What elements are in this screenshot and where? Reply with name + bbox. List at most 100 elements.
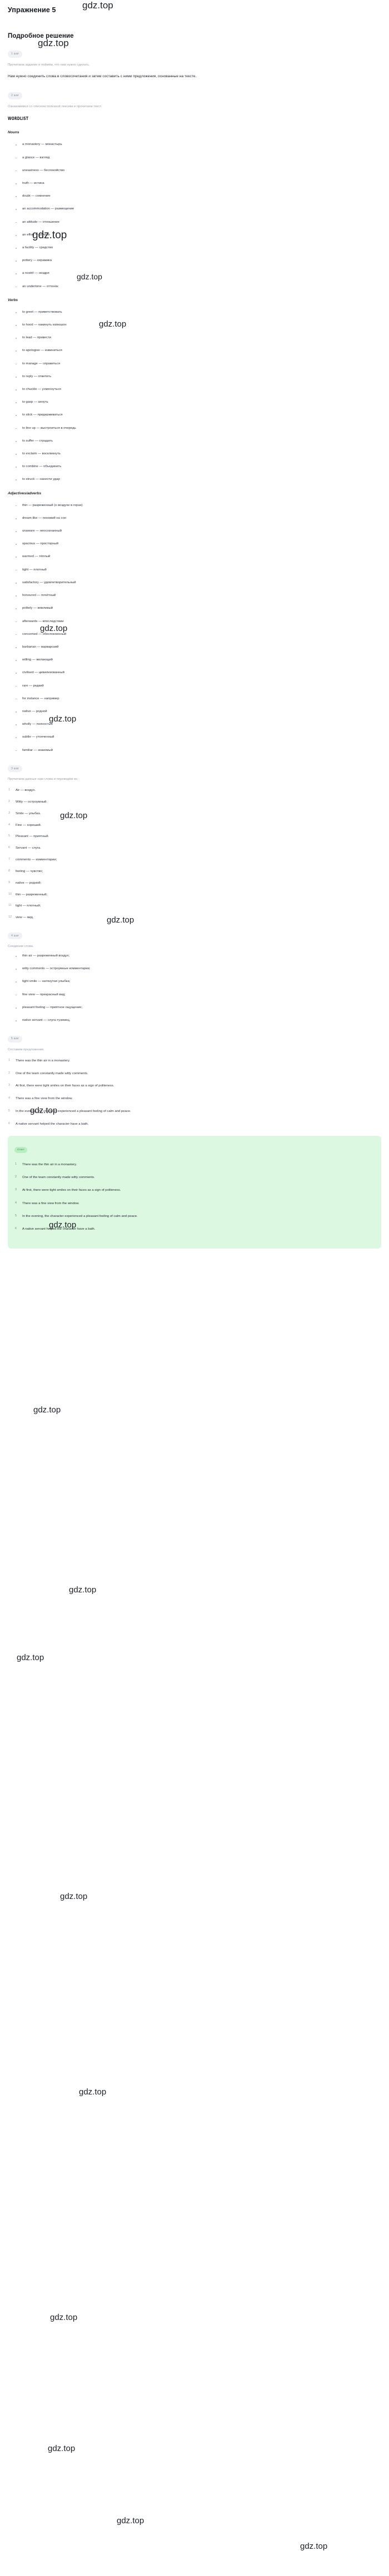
watermark: gdz.top [48, 2444, 76, 2453]
list-item: Air — воздух. [8, 788, 36, 793]
step-5-instruction: Составим предложения. [8, 1048, 44, 1051]
solution-page: gdz.top gdz.top gdz.top gdz.top gdz.top gdz.t… [0, 0, 389, 2551]
step-4-instruction: Соединим слова. [8, 945, 34, 949]
list-item: There was the thin air in a monastery. [8, 1058, 71, 1064]
list-item: Pleasant — приятный. [8, 834, 49, 839]
step-3-instruction: Прочитаем данные нам слова и переведём и… [8, 778, 78, 781]
list-item: thin — разреженный; [8, 892, 48, 898]
step-1: 1 шаг Прочитаем задание и поймём, что на… [8, 47, 381, 81]
wordlist-item: to greet — приветствовать [8, 310, 381, 314]
answer-card: Ответ There was the thin air in a monast… [8, 1136, 381, 1249]
step-2: 2 шаг Ознакомимся со списком полезной ле… [8, 89, 381, 752]
list-item: comments — комментарии; [8, 857, 57, 863]
wordlist-item: tight — плотный [8, 568, 381, 572]
wordlist-item: concerned — обеспокоенный [8, 633, 381, 637]
wordlist-item: subtle — утонченный [8, 735, 381, 739]
answer-item: In the evening, the character experience… [15, 1214, 138, 1219]
wordlist-item: pottery — керамика [8, 259, 381, 263]
nouns-heading: Nouns [8, 131, 19, 135]
list-item: view — вид. [8, 915, 34, 920]
wordlist-item: satisfactory — удовлетворительный [8, 581, 381, 585]
step-badge-3: 3 шаг [8, 765, 23, 773]
answer-item: At first, there were tight smiles on the… [15, 1187, 121, 1193]
step-1-body: Нам нужно соединить слова в словосочетан… [8, 74, 197, 79]
list-item: Witty — остроумный. [8, 799, 47, 805]
step-badge-1: 1 шаг [8, 51, 23, 58]
watermark: gdz.top [17, 1653, 44, 1662]
answer-item: There was the thin air in a monastery. [15, 1162, 77, 1167]
watermark: gdz.top [117, 2516, 144, 2525]
wordlist-item: uneasiness — беспокойство [8, 169, 381, 173]
step-4-phrase-list: thin air — разреженный воздух; witty comm… [8, 954, 381, 1023]
wordlist-item: willing — желающий [8, 658, 381, 662]
wordlist-item: honoured — почётный [8, 594, 381, 598]
wordlist-item: a facility — средство [8, 246, 381, 250]
list-item: Fine — хороший. [8, 823, 42, 828]
step-5-sentence-list: There was the thin air in a monastery. On… [8, 1058, 381, 1127]
step-badge-4: 4 шаг [8, 933, 23, 940]
wordlist-item: to lead — привести [8, 336, 381, 340]
list-item: thin air — разреженный воздух; [8, 954, 381, 958]
answer-badge: Ответ [14, 1146, 28, 1153]
wordlist-item: rare — редкий [8, 684, 381, 688]
verbs-heading: Verbs [8, 298, 18, 302]
list-item: In the evening, the character experience… [8, 1109, 131, 1114]
wordlist-item: dream-like — похожий на сон [8, 517, 381, 520]
wordlist-item: unaware — неосознанный [8, 529, 381, 533]
watermark: gdz.top [50, 2313, 78, 2322]
list-item: pleasant feeling — приятное ощущение; [8, 1006, 381, 1010]
wordlist-item: truth — истина [8, 182, 381, 186]
wordlist-item: barbarian — варварский [8, 645, 381, 649]
watermark: gdz.top [300, 2542, 328, 2551]
wordlist-item: a monastery — монастырь [8, 143, 381, 147]
list-item: witty comments — остроумные комментарии; [8, 967, 381, 971]
wordlist-item: politely — вежливый [8, 607, 381, 610]
wordlist-item: to combine — объединить [8, 465, 381, 469]
answer-item: One of the team constantly made witty co… [15, 1175, 95, 1180]
wordlist-item: civilised — цивилизованный [8, 671, 381, 675]
watermark: gdz.top [69, 1585, 97, 1595]
adjectives-list: thin — разреженный (о воздухе в горах) dr… [8, 504, 381, 753]
answer-sentence-list: There was the thin air in a monastery. On… [14, 1162, 375, 1232]
answer-item: A native servant helped the character ha… [15, 1226, 96, 1232]
wordlist-item: native — родной [8, 710, 381, 714]
step-3-word-list: Air — воздух. Witty — остроумный. Smile — … [8, 788, 381, 920]
list-item: Servant — слуга. [8, 845, 41, 851]
wordlist-item: spacious — просторный [8, 542, 381, 546]
step-2-instruction: Ознакомимся со списком полезной лексики … [8, 104, 102, 108]
list-item: Smile — улыбка. [8, 811, 41, 816]
solution-heading: Подробное решение [8, 33, 74, 39]
wordlist-item: to exclaim — воскликнуть [8, 452, 381, 456]
list-item: tight — плотный; [8, 903, 41, 909]
step-5: 5 шаг Составим предложения. There was th… [8, 1032, 381, 1127]
step-4: 4 шаг Соединим слова. thin air — разреже… [8, 929, 381, 1023]
list-item: native — родной; [8, 880, 42, 886]
wordlist-item: to stick — придерживаться [8, 414, 381, 417]
list-item: feeling — чувство; [8, 869, 43, 874]
wordlist-item: warmed — тёплый [8, 555, 381, 559]
adjectives-heading: Adjectives/adverbs [8, 491, 42, 495]
watermark: gdz.top [60, 1892, 88, 1901]
list-item: native servant — слуга-туземец. [8, 1019, 381, 1023]
wordlist-heading: WORDLIST [8, 116, 29, 122]
wordlist-item: familiar — знакомый [8, 749, 381, 753]
wordlist-item: a glance — взгляд [8, 156, 381, 160]
step-3: 3 шаг Прочитаем данные нам слова и перев… [8, 762, 381, 921]
step-badge-5: 5 шаг [8, 1035, 23, 1043]
wordlist-item: to chuckle — усмехнуться [8, 388, 381, 392]
wordlist-item: an attitude — отношение [8, 220, 381, 224]
watermark: gdz.top [33, 1405, 61, 1415]
wordlist-item: thin — разреженный (о воздухе в горах) [8, 504, 381, 508]
step-badge-2: 2 шаг [8, 92, 23, 99]
wordlist-item: to hood — накинуть капюшон [8, 323, 381, 327]
wordlist-item: to apologise — извиниться [8, 349, 381, 353]
wordlist-item: wholly — полностью [8, 723, 381, 726]
wordlist-item: to struck — нанести удар [8, 478, 381, 482]
wordlist-item: afterwards — впоследствии [8, 620, 381, 624]
wordlist-item: a nostril — ноздря [8, 272, 381, 275]
verbs-list: to greet — приветствовать to hood — накин… [8, 310, 381, 482]
wordlist-item: to manage — справиться [8, 362, 381, 366]
wordlist-item: doubt — сомнение [8, 194, 381, 198]
nouns-list: a monastery — монастырь a glance — взгляд… [8, 143, 381, 288]
list-item: At first, there were tight smiles on the… [8, 1083, 114, 1089]
